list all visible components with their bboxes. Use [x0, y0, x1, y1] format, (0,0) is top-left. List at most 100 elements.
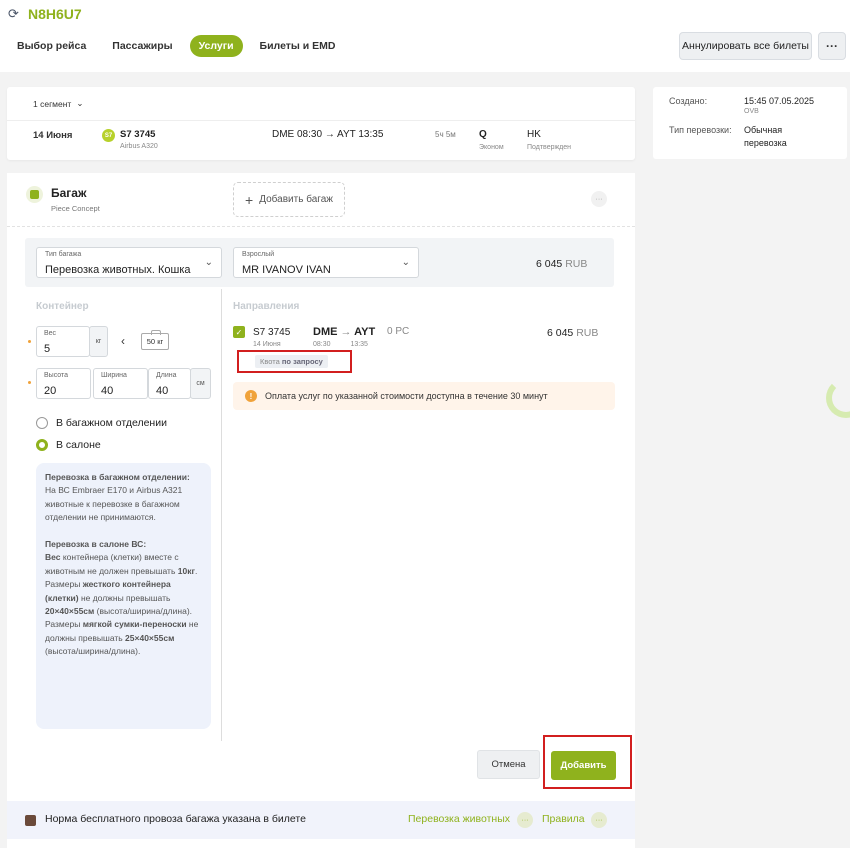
directions-section-title: Направления [233, 301, 300, 312]
chevron-left-icon[interactable]: ‹ [121, 334, 125, 348]
height-value: 20 [44, 385, 57, 397]
segment-status-name: Подтвержден [527, 144, 572, 151]
height-field[interactable]: Высота 20 [36, 368, 91, 399]
plus-icon: + [245, 191, 254, 208]
radio-hold[interactable]: В багажном отделении [36, 417, 167, 429]
direction-date: 14 Июня [253, 341, 281, 348]
pet-transport-link[interactable]: Перевозка животных [408, 813, 510, 825]
panel-more-button[interactable]: ··· [591, 191, 607, 207]
direction-times: 08:30 13:35 [313, 341, 368, 348]
warning-icon: ! [245, 390, 257, 402]
direction-arr-time: 13:35 [350, 341, 368, 348]
dimensions-unit: см [190, 368, 211, 399]
more-menu-button[interactable]: ··· [818, 32, 846, 60]
passenger-select[interactable]: Взрослый MR IVANOV IVAN ⌄ [233, 247, 419, 278]
segment-card: 1 сегмент ⌄ 14 Июня S7 S7 3745 Airbus A3… [7, 87, 635, 160]
chevron-down-icon: ⌄ [401, 257, 410, 268]
weight-field[interactable]: Вес 5 [36, 326, 90, 357]
direction-pieces: 0 PC [387, 326, 410, 337]
created-city: OVB [744, 108, 759, 115]
arrow-right-icon: → [340, 326, 352, 338]
required-marker [28, 381, 31, 384]
info-cabin-heading: Перевозка в салоне ВС: [45, 539, 147, 550]
baggage-panel: Багаж Piece Concept + Добавить багаж ···… [7, 173, 635, 848]
panel-divider [7, 226, 635, 227]
add-button[interactable]: Добавить [551, 751, 616, 780]
weight-limit-badge: 50 кг [141, 330, 169, 350]
created-value: 15:45 07.05.2025 [744, 96, 815, 106]
quota-badge: Квота по запросу [255, 355, 328, 368]
segment-route: DME 08:30 → AYT 13:35 [272, 129, 383, 140]
transport-type-value-2: перевозка [744, 138, 787, 148]
segment-flight-number: S7 3745 [120, 129, 156, 140]
radio-checked-icon [36, 439, 48, 451]
segment-selector[interactable]: 1 сегмент ⌄ [33, 98, 83, 109]
direction-route: DME → AYT [313, 326, 375, 338]
payment-alert: ! Оплата услуг по указанной стоимости до… [233, 382, 615, 410]
tab-tickets-emd[interactable]: Билеты и EMD [251, 35, 345, 57]
tab-flight-selection[interactable]: Выбор рейса [8, 35, 95, 57]
baggage-price-value: 6 045 [536, 258, 563, 270]
pet-transport-more-button[interactable]: ··· [517, 812, 533, 828]
pnr-header: ⟳ N8H6U7 [8, 6, 82, 22]
arrow-right-icon: → [324, 129, 335, 140]
info-weight-rule: Вес контейнера (клетки) вместе с животны… [45, 552, 198, 576]
selection-row: Тип багажа Перевозка животных. Кошка ⌄ В… [25, 238, 614, 287]
add-baggage-button[interactable]: + Добавить багаж [233, 182, 345, 217]
segment-selector-label: 1 сегмент [33, 98, 72, 109]
cancel-button[interactable]: Отмена [477, 750, 540, 779]
pnr-code: N8H6U7 [28, 6, 82, 22]
chevron-down-icon: ⌄ [204, 257, 213, 268]
container-section-title: Контейнер [36, 301, 89, 312]
transport-type-value-1: Обычная [744, 125, 783, 135]
tab-passengers[interactable]: Пассажиры [103, 35, 181, 57]
segment-class-name: Эконом [479, 144, 504, 151]
baggage-subtitle: Piece Concept [51, 204, 100, 213]
direction-price: 6 045 RUB [547, 327, 598, 339]
baggage-title: Багаж [51, 186, 87, 200]
radio-cabin[interactable]: В салоне [36, 439, 101, 451]
baggage-price-currency: RUB [565, 258, 588, 270]
segment-departure: DME 08:30 [272, 129, 323, 140]
radio-cabin-label: В салоне [56, 439, 101, 451]
segment-arrival: AYT 13:35 [337, 129, 384, 140]
weight-label: Вес [44, 330, 57, 337]
direction-flight: S7 3745 [253, 327, 291, 338]
cancel-all-tickets-button[interactable]: Аннулировать все билеты [679, 32, 812, 60]
length-value: 40 [156, 385, 169, 397]
passenger-value: MR IVANOV IVAN [242, 264, 331, 276]
width-label: Ширина [101, 372, 127, 379]
rules-more-button[interactable]: ··· [591, 812, 607, 828]
baggage-price: 6 045 RUB [536, 258, 587, 270]
required-marker [28, 340, 31, 343]
baggage-type-label: Тип багажа [45, 251, 82, 258]
baggage-type-select[interactable]: Тип багажа Перевозка животных. Кошка ⌄ [36, 247, 222, 278]
pet-rules-info: Перевозка в багажном отделении: На ВС Em… [36, 463, 211, 729]
decorative-arc [826, 378, 850, 418]
info-hard-container-rule: Размеры жесткого контейнера (клетки) не … [45, 579, 193, 617]
direction-price-value: 6 045 [547, 327, 574, 339]
direction-dep-time: 08:30 [313, 341, 331, 348]
length-label: Длина [156, 372, 177, 379]
info-soft-bag-rule: Размеры мягкой сумки-переноски не должны… [45, 619, 199, 657]
transport-type-label: Тип перевозки: [669, 125, 732, 135]
rules-link[interactable]: Правила [542, 813, 585, 825]
passenger-label: Взрослый [242, 251, 275, 258]
direction-checkbox[interactable]: ✓ [233, 326, 245, 338]
direction-price-currency: RUB [576, 327, 599, 339]
segment-aircraft: Airbus A320 [120, 143, 158, 150]
refresh-icon[interactable]: ⟳ [8, 7, 22, 21]
free-baggage-note: Норма бесплатного провоза багажа указана… [45, 813, 306, 825]
length-field[interactable]: Длина 40 [148, 368, 191, 399]
segment-date: 14 Июня [33, 130, 73, 141]
quota-label: Квота [260, 357, 280, 366]
weight-value: 5 [44, 343, 51, 355]
tab-services[interactable]: Услуги [189, 35, 243, 57]
direction-to: AYT [354, 326, 376, 338]
segment-class-code: Q [479, 129, 487, 140]
column-divider [221, 289, 222, 741]
width-value: 40 [101, 385, 114, 397]
segment-divider [7, 120, 635, 121]
info-hold-text: На ВС Embraer E170 и Airbus A321 животны… [45, 485, 183, 523]
width-field[interactable]: Ширина 40 [93, 368, 148, 399]
